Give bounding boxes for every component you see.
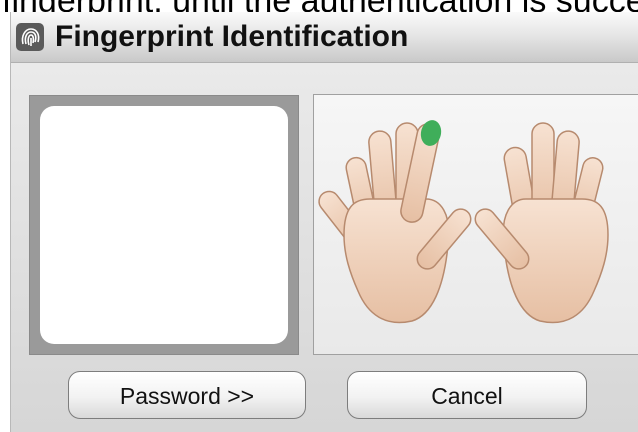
fingerprint-preview-frame [29, 95, 299, 355]
right-hand-icon [474, 122, 609, 324]
screenshot: fingerprint, until the authentication is… [0, 0, 638, 432]
title-bar: Fingerprint Identification [11, 12, 638, 63]
hands-illustration [318, 120, 609, 324]
dialog-body: Password >> Cancel [11, 63, 638, 432]
fingerprint-preview [40, 106, 288, 344]
cancel-button[interactable]: Cancel [347, 371, 587, 419]
password-button[interactable]: Password >> [68, 371, 306, 419]
fingerprint-dialog: Fingerprint Identification Password >> C… [10, 12, 638, 432]
hands-panel [313, 94, 638, 355]
dialog-title: Fingerprint Identification [55, 20, 409, 53]
left-hand-icon [318, 122, 472, 324]
fingerprint-icon [15, 22, 45, 52]
